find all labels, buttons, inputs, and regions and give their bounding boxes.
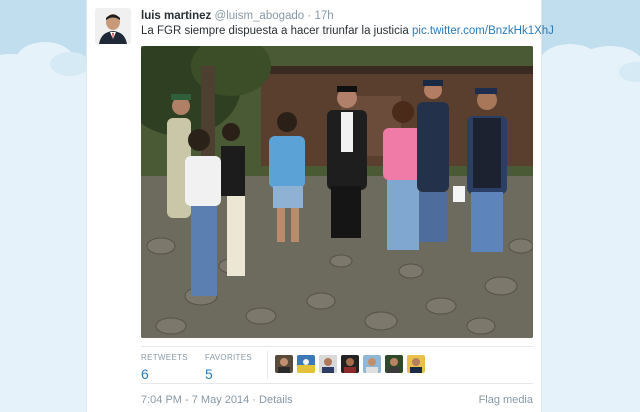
tweet-text: La FGR siempre dispuesta a hacer triunfa… (141, 24, 554, 38)
retweeter-avatar[interactable] (407, 355, 425, 373)
tweet-timestamp[interactable]: 7:04 PM - 7 May 2014 (141, 394, 249, 406)
tweet-time[interactable]: 17h (314, 10, 333, 22)
user-name[interactable]: luis martinez (141, 10, 211, 22)
retweeter-avatar[interactable] (385, 355, 403, 373)
photo-scene (141, 46, 533, 338)
tweet-media-link[interactable]: pic.twitter.com/BnzkHk1XhJ (412, 25, 554, 37)
flag-media-link[interactable]: Flag media (479, 394, 533, 406)
tweet-card: luis martinez @luism_abogado · 17h La FG… (86, 0, 554, 412)
details-link[interactable]: Details (259, 394, 293, 406)
footer-separator: · (252, 394, 256, 406)
retweeter-avatar[interactable] (297, 355, 315, 373)
stats-divider (267, 351, 268, 379)
retweeter-avatar[interactable] (363, 355, 381, 373)
tweet-photo[interactable] (141, 46, 533, 338)
user-handle[interactable]: @luism_abogado (215, 10, 305, 22)
favorites-count: 5 (205, 366, 213, 382)
tweet-header: luis martinez @luism_abogado · 17h (141, 9, 334, 23)
tweet-body: La FGR siempre dispuesta a hacer triunfa… (141, 25, 409, 37)
retweets-label: RETWEETS (141, 353, 188, 362)
favorites-label: FAVORITES (205, 353, 253, 362)
retweeter-avatar[interactable] (275, 355, 293, 373)
retweets-stat[interactable]: RETWEETS 6 (141, 353, 188, 382)
retweeter-avatar[interactable] (319, 355, 337, 373)
retweeter-avatar[interactable] (341, 355, 359, 373)
retweets-count: 6 (141, 366, 149, 382)
separator-dot: · (307, 10, 312, 22)
tweet-stats: RETWEETS 6 FAVORITES 5 (141, 346, 533, 384)
tweet-footer: 7:04 PM - 7 May 2014 · Details Flag medi… (141, 394, 533, 406)
favorites-stat[interactable]: FAVORITES 5 (205, 353, 252, 382)
avatar[interactable] (95, 8, 131, 44)
